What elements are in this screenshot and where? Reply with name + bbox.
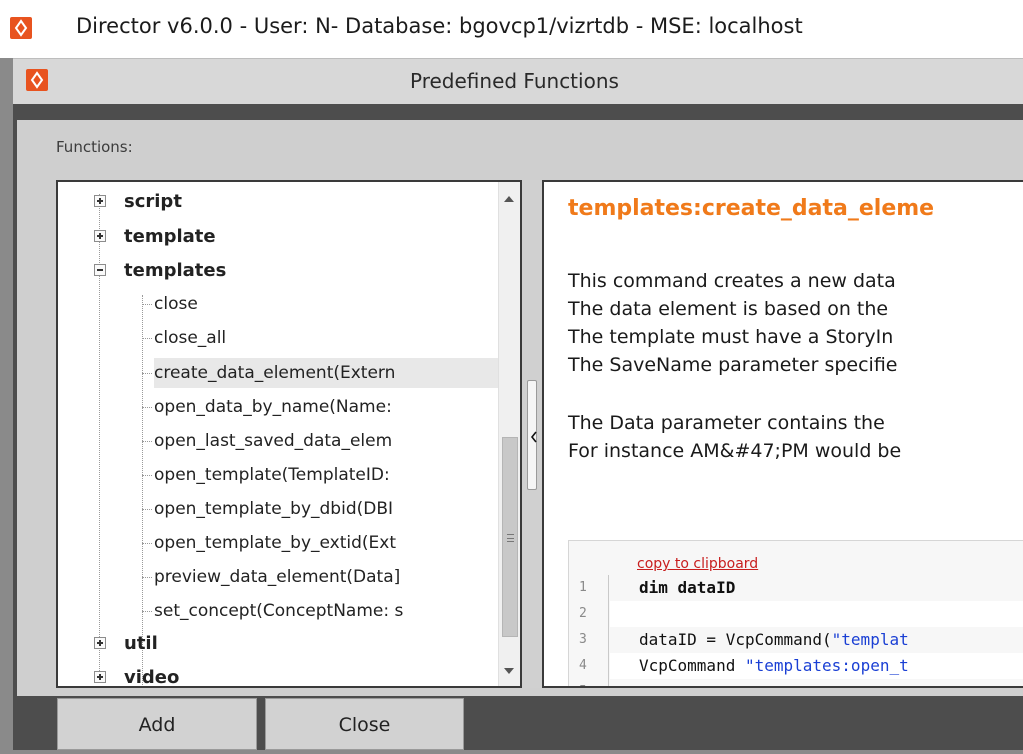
- tree-item[interactable]: open_template_by_extid(Ext: [142, 528, 396, 558]
- code-text: dim dataID: [639, 578, 736, 597]
- tree-group-video[interactable]: video: [94, 663, 180, 688]
- code-text: VcpCommand "templates:open_t: [639, 656, 909, 675]
- collapse-left-icon[interactable]: [530, 431, 538, 443]
- window-edge: [0, 58, 13, 754]
- doc-text-line: For instance AM&#47;PM would be: [568, 440, 902, 462]
- tree-item[interactable]: preview_data_element(Data]: [142, 562, 400, 592]
- code-line: 1 dim dataID: [569, 575, 1023, 601]
- code-string-literal: "templat: [831, 630, 909, 649]
- functions-label: Functions:: [56, 138, 133, 156]
- code-string-literal: "templates:open_t: [744, 656, 909, 675]
- dialog-titlebar[interactable]: Predefined Functions: [13, 58, 1023, 104]
- tree-group-label: script: [124, 191, 182, 212]
- line-number: 3: [579, 632, 587, 647]
- tree-group-label: util: [124, 633, 158, 654]
- expand-plus-icon[interactable]: [94, 637, 106, 649]
- code-example: copy to clipboard 1 dim dataID 2 3 dataI…: [568, 540, 1023, 686]
- doc-text-line: The SaveName parameter specifie: [568, 354, 898, 376]
- tree-scrollbar[interactable]: [498, 182, 520, 686]
- expand-plus-icon[interactable]: [94, 195, 106, 207]
- dialog-title: Predefined Functions: [410, 69, 619, 93]
- code-text: dataID = VcpCommand("templat: [639, 630, 909, 649]
- doc-text-line: The Data parameter contains the: [568, 412, 885, 434]
- collapse-minus-icon[interactable]: [94, 264, 106, 276]
- splitter-handle[interactable]: [527, 380, 537, 490]
- tree-item[interactable]: close_all: [142, 323, 226, 353]
- function-doc-pane: templates:create_data_eleme This command…: [542, 180, 1023, 688]
- line-number: 1: [579, 580, 587, 595]
- tree-group-label: video: [124, 667, 180, 688]
- close-button[interactable]: Close: [265, 698, 464, 750]
- tree-item[interactable]: open_last_saved_data_elem: [142, 426, 392, 456]
- scroll-thumb[interactable]: [502, 437, 518, 637]
- tree-item[interactable]: open_data_by_name(Name:: [142, 392, 392, 422]
- doc-text-line: This command creates a new data: [568, 270, 896, 292]
- grip-icon: [507, 534, 514, 542]
- window-bottom-edge: [0, 750, 1023, 754]
- tree-item[interactable]: open_template(TemplateID:: [142, 460, 390, 490]
- tree-group-script[interactable]: script: [94, 187, 182, 217]
- doc-heading: templates:create_data_eleme: [568, 196, 935, 221]
- doc-text-line: The data element is based on the: [568, 298, 889, 320]
- code-line: 2: [569, 601, 1023, 627]
- line-number: 5: [579, 679, 603, 686]
- add-button[interactable]: Add: [57, 698, 257, 750]
- functions-tree[interactable]: script template templates close close_al…: [56, 180, 522, 688]
- tree-item[interactable]: set_concept(ConceptName: s: [142, 596, 403, 626]
- expand-plus-icon[interactable]: [94, 671, 106, 683]
- tree-item-selected[interactable]: create_data_element(Extern: [142, 358, 514, 388]
- dialog-icon: [26, 69, 48, 91]
- tree-group-label: templates: [124, 260, 227, 281]
- tree-group-template[interactable]: template: [94, 222, 216, 252]
- copy-to-clipboard-link[interactable]: copy to clipboard: [637, 556, 758, 572]
- pane-splitter[interactable]: [522, 180, 542, 688]
- director-app-icon: [10, 17, 32, 39]
- tree-group-label: template: [124, 226, 216, 247]
- code-line: 3 dataID = VcpCommand("templat: [569, 627, 1023, 653]
- code-line: 5: [569, 679, 1023, 686]
- tree-group-templates[interactable]: templates: [94, 256, 227, 286]
- expand-plus-icon[interactable]: [94, 230, 106, 242]
- doc-text-line: The template must have a StoryIn: [568, 326, 894, 348]
- tree-item[interactable]: close: [142, 289, 198, 319]
- line-number: 4: [579, 658, 587, 673]
- tree-item[interactable]: open_template_by_dbid(DBI: [142, 494, 393, 524]
- scroll-down-arrow-icon[interactable]: [504, 668, 514, 674]
- tree-group-util[interactable]: util: [94, 629, 158, 659]
- code-line: 4 VcpCommand "templates:open_t: [569, 653, 1023, 679]
- app-title: Director v6.0.0 - User: N- Database: bgo…: [76, 14, 803, 38]
- scroll-up-arrow-icon[interactable]: [504, 196, 514, 202]
- line-number: 2: [579, 606, 587, 621]
- app-titlebar: Director v6.0.0 - User: N- Database: bgo…: [0, 0, 1023, 58]
